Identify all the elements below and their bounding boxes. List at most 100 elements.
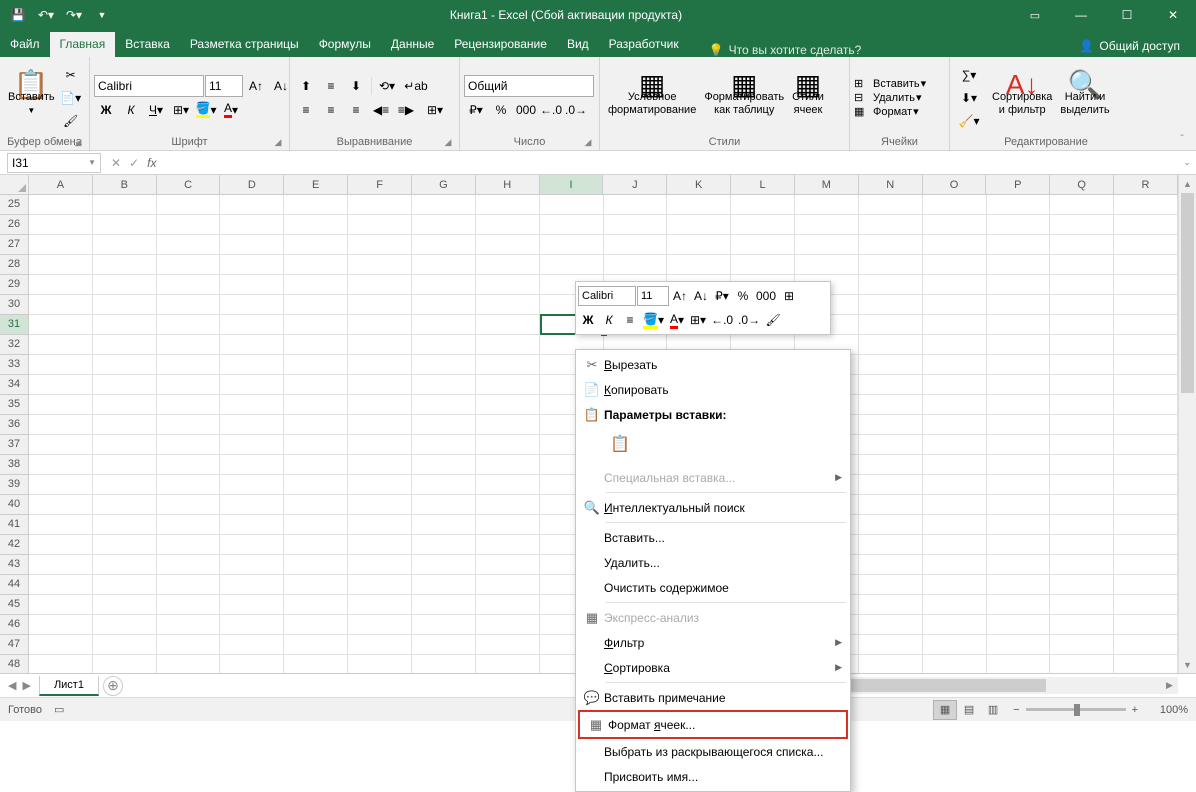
cell[interactable] <box>220 475 284 495</box>
cell[interactable] <box>476 435 540 455</box>
cell[interactable] <box>220 555 284 575</box>
clipboard-launcher[interactable]: ◢ <box>72 136 84 148</box>
ctx-delete[interactable]: Удалить... <box>576 550 850 575</box>
cell[interactable] <box>284 535 348 555</box>
cell[interactable] <box>93 255 157 275</box>
cell[interactable] <box>731 235 795 255</box>
cell[interactable] <box>29 275 93 295</box>
ctx-define-name[interactable]: Присвоить имя... <box>576 764 850 789</box>
cell[interactable] <box>348 515 412 535</box>
cell[interactable] <box>220 355 284 375</box>
cell[interactable] <box>412 415 476 435</box>
cell[interactable] <box>1050 535 1114 555</box>
cell[interactable] <box>1050 195 1114 215</box>
cell[interactable] <box>93 635 157 655</box>
ctx-filter[interactable]: Фильтр▶ <box>576 630 850 655</box>
paste-button[interactable]: 📋 Вставить ▼ <box>4 64 59 132</box>
minimize-button[interactable]: — <box>1058 0 1104 30</box>
enter-formula-button[interactable]: ✓ <box>129 156 139 170</box>
cell[interactable] <box>859 375 923 395</box>
share-button[interactable]: 👤 Общий доступ <box>1071 35 1188 57</box>
save-button[interactable]: 💾 <box>6 3 30 27</box>
cell[interactable] <box>1114 595 1178 615</box>
mini-font-size[interactable] <box>637 286 669 306</box>
font-size-combo[interactable] <box>205 75 243 97</box>
cell[interactable] <box>923 635 987 655</box>
cell[interactable] <box>284 335 348 355</box>
cell[interactable] <box>1050 575 1114 595</box>
tab-formulas[interactable]: Формулы <box>309 32 381 57</box>
column-header[interactable]: P <box>986 175 1050 194</box>
cell[interactable] <box>29 395 93 415</box>
mini-bold[interactable]: Ж <box>578 309 598 331</box>
cell[interactable] <box>923 455 987 475</box>
cell[interactable] <box>284 215 348 235</box>
close-button[interactable]: ✕ <box>1150 0 1196 30</box>
cell[interactable] <box>29 355 93 375</box>
cell[interactable] <box>157 295 221 315</box>
mini-font-color[interactable]: A▾ <box>667 309 687 331</box>
mini-percent[interactable]: % <box>733 285 753 307</box>
cell[interactable] <box>29 415 93 435</box>
cell[interactable] <box>923 655 987 675</box>
tab-insert[interactable]: Вставка <box>115 32 180 57</box>
cell[interactable] <box>348 195 412 215</box>
cell[interactable] <box>859 235 923 255</box>
cell[interactable] <box>731 215 795 235</box>
cell[interactable] <box>93 215 157 235</box>
cell[interactable] <box>348 375 412 395</box>
cell[interactable] <box>348 315 412 335</box>
cell[interactable] <box>412 235 476 255</box>
row-header[interactable]: 34 <box>0 375 29 395</box>
cell[interactable] <box>1114 235 1178 255</box>
row-header[interactable]: 46 <box>0 615 29 635</box>
cell[interactable] <box>859 195 923 215</box>
cell[interactable] <box>29 615 93 635</box>
cell[interactable] <box>987 255 1051 275</box>
cell[interactable] <box>859 415 923 435</box>
tab-view[interactable]: Вид <box>557 32 599 57</box>
cell[interactable] <box>859 215 923 235</box>
cell[interactable] <box>923 275 987 295</box>
cell[interactable] <box>476 335 540 355</box>
mini-borders[interactable]: ⊞▾ <box>688 309 708 331</box>
cell[interactable] <box>284 575 348 595</box>
cell[interactable] <box>412 635 476 655</box>
cell[interactable] <box>987 395 1051 415</box>
row-header[interactable]: 36 <box>0 415 29 435</box>
cell[interactable] <box>987 495 1051 515</box>
cell[interactable] <box>923 595 987 615</box>
cell[interactable] <box>412 615 476 635</box>
mini-fill-color[interactable]: 🪣▾ <box>641 309 666 331</box>
cell[interactable] <box>284 655 348 675</box>
cell[interactable] <box>987 295 1051 315</box>
tab-data[interactable]: Данные <box>381 32 444 57</box>
cell[interactable] <box>1050 395 1114 415</box>
cell[interactable] <box>987 475 1051 495</box>
mini-align-center[interactable]: ≡ <box>620 309 640 331</box>
cancel-formula-button[interactable]: ✕ <box>111 156 121 170</box>
cell[interactable] <box>157 335 221 355</box>
cell[interactable] <box>348 435 412 455</box>
cell[interactable] <box>1050 595 1114 615</box>
cell[interactable] <box>923 335 987 355</box>
cell[interactable] <box>987 575 1051 595</box>
cell[interactable] <box>1114 635 1178 655</box>
autosum-button[interactable]: ∑▾ <box>954 64 984 86</box>
page-break-view-button[interactable]: ▥ <box>981 700 1005 720</box>
scroll-down-button[interactable]: ▼ <box>1179 656 1196 673</box>
cell[interactable] <box>157 495 221 515</box>
ribbon-options-button[interactable]: ▭ <box>1012 0 1058 30</box>
cell[interactable] <box>412 475 476 495</box>
column-header[interactable]: H <box>476 175 540 194</box>
mini-format-painter[interactable]: 🖌 <box>763 309 783 331</box>
row-header[interactable]: 37 <box>0 435 29 455</box>
cell[interactable] <box>93 615 157 635</box>
orientation-button[interactable]: ⟲▾ <box>375 75 399 97</box>
cell[interactable] <box>412 335 476 355</box>
cell[interactable] <box>93 655 157 675</box>
cell[interactable] <box>987 355 1051 375</box>
cell[interactable] <box>1114 515 1178 535</box>
cell[interactable] <box>220 315 284 335</box>
page-layout-view-button[interactable]: ▤ <box>957 700 981 720</box>
